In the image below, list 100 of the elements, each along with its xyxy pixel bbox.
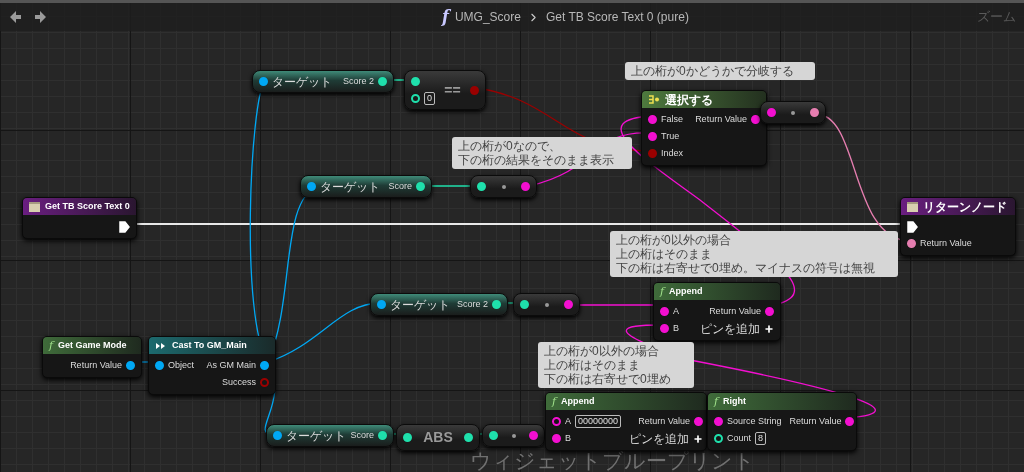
comment-text: 上の桁が0以外の場合 xyxy=(544,344,660,358)
pin[interactable] xyxy=(155,361,164,370)
select-icon xyxy=(648,95,660,104)
pin-label: Return Value xyxy=(638,414,691,428)
pin-label: Score 2 xyxy=(342,74,374,88)
getter-node[interactable]: ターゲット Score xyxy=(266,424,394,447)
add-pin-button[interactable]: ピンを追加 xyxy=(629,430,704,447)
pin[interactable] xyxy=(660,307,669,316)
pin-label: Return Value xyxy=(789,414,842,428)
operator-label: == xyxy=(444,80,461,100)
pin[interactable] xyxy=(714,417,723,426)
pin-label: ターゲット xyxy=(320,178,380,196)
node-title: Get Game Mode xyxy=(58,338,127,352)
pin-label: Source String xyxy=(727,414,782,428)
comment-text: 上の桁が0なので、 xyxy=(458,139,562,153)
pin[interactable] xyxy=(660,324,669,333)
pin-label: A xyxy=(673,304,679,318)
comment-text: 上の桁が0以外の場合 xyxy=(616,233,732,247)
breadcrumb-current: Get TB Score Text 0 (pure) xyxy=(545,9,689,26)
pin[interactable] xyxy=(564,300,573,309)
pin[interactable] xyxy=(307,182,316,191)
pin-label: Score xyxy=(350,428,374,442)
pin-label: Object xyxy=(168,358,194,372)
pin-label: True xyxy=(661,129,680,143)
node-title: Right xyxy=(723,394,747,408)
pin[interactable] xyxy=(273,431,282,440)
pin[interactable] xyxy=(521,182,530,191)
getter-node[interactable]: ターゲット Score xyxy=(300,175,432,198)
cast-icon xyxy=(155,341,167,350)
getter-node[interactable]: ターゲット Score 2 xyxy=(370,293,508,316)
back-arrow-icon[interactable] xyxy=(8,10,22,24)
value-field[interactable]: 8 xyxy=(755,432,767,445)
pin[interactable] xyxy=(648,132,657,141)
function-node[interactable]: f Right Source String Count 8 Return Value xyxy=(707,392,857,451)
node-title: 選択する xyxy=(665,91,713,109)
plus-icon xyxy=(764,323,774,334)
comment-text: 下の桁は右寄せで0埋め xyxy=(544,372,672,386)
forward-arrow-icon[interactable] xyxy=(34,10,48,24)
node-title: Get TB Score Text 0 xyxy=(45,199,130,213)
function-node[interactable]: f Append A 00000000 B Return Value ピンを追加 xyxy=(545,392,707,451)
node-title: Append xyxy=(561,394,595,408)
pin[interactable] xyxy=(907,239,916,248)
pin-label: A xyxy=(565,414,571,428)
pin-label: B xyxy=(565,431,571,445)
pin-label: Return Value xyxy=(695,112,747,126)
pin[interactable] xyxy=(767,108,776,117)
pin-label: Return Value xyxy=(920,236,972,250)
function-icon: f xyxy=(49,340,54,351)
comment-text: 上の桁はそのまま xyxy=(544,358,641,372)
pin-label: As GM Main xyxy=(206,358,256,372)
pin[interactable] xyxy=(552,417,561,426)
pin[interactable] xyxy=(377,300,386,309)
add-pin-button[interactable]: ピンを追加 xyxy=(700,320,774,337)
pin[interactable] xyxy=(648,115,657,124)
conversion-node[interactable] xyxy=(470,175,537,198)
pin[interactable] xyxy=(259,77,268,86)
node-title: Append xyxy=(669,284,703,298)
pin[interactable] xyxy=(765,307,774,316)
value-field[interactable]: 00000000 xyxy=(575,415,622,428)
pin[interactable] xyxy=(529,431,538,440)
pin-label: Success xyxy=(222,375,256,389)
node-icon xyxy=(907,201,918,212)
value-field[interactable]: 0 xyxy=(424,92,435,105)
function-node[interactable]: f Get Game Mode Return Value xyxy=(42,336,142,378)
pin-label: ターゲット xyxy=(286,427,346,445)
conversion-node[interactable] xyxy=(760,101,826,124)
pin[interactable] xyxy=(810,108,819,117)
function-icon: f xyxy=(660,286,665,297)
pin-label: Return Value xyxy=(709,304,761,318)
function-node[interactable]: f Append A B Return Value ピンを追加 xyxy=(653,282,781,341)
pin[interactable] xyxy=(260,361,269,370)
exec-pin[interactable] xyxy=(119,220,130,233)
plus-icon xyxy=(693,433,704,444)
pin-label: Count xyxy=(727,431,752,445)
pin-label: Return Value xyxy=(70,358,122,372)
pin-label: ターゲット xyxy=(390,296,450,314)
conversion-node[interactable] xyxy=(513,293,580,316)
operator-node[interactable]: 0 == xyxy=(404,70,486,110)
pin-label: False xyxy=(661,112,683,126)
entry-node[interactable]: Get TB Score Text 0 xyxy=(22,197,137,239)
conversion-node[interactable] xyxy=(482,424,545,447)
select-node[interactable]: 選択する False True Index Return Value xyxy=(641,90,767,166)
function-icon: f xyxy=(714,396,719,407)
function-icon: f xyxy=(552,396,557,407)
comment-text: 下の桁の結果をそのまま表示 xyxy=(458,153,615,167)
pin-label: Index xyxy=(661,146,684,160)
pin-label: ターゲット xyxy=(272,73,332,91)
comment-text: 上の桁はそのまま xyxy=(616,247,713,261)
node-title: リターンノード xyxy=(923,198,1007,216)
pin[interactable] xyxy=(694,417,704,426)
pin[interactable] xyxy=(126,361,135,370)
exec-pin[interactable] xyxy=(907,220,918,233)
breadcrumb-link[interactable]: UMG_Score xyxy=(454,8,521,26)
cast-node[interactable]: Cast To GM_Main Object As GM Main Success xyxy=(148,336,276,395)
node-icon xyxy=(29,201,40,212)
result-node[interactable]: リターンノード Return Value xyxy=(900,197,1016,256)
getter-node[interactable]: ターゲット Score 2 xyxy=(252,70,394,93)
pin-label: Score 2 xyxy=(456,297,488,311)
pin[interactable] xyxy=(552,434,561,443)
pin[interactable] xyxy=(845,417,855,426)
